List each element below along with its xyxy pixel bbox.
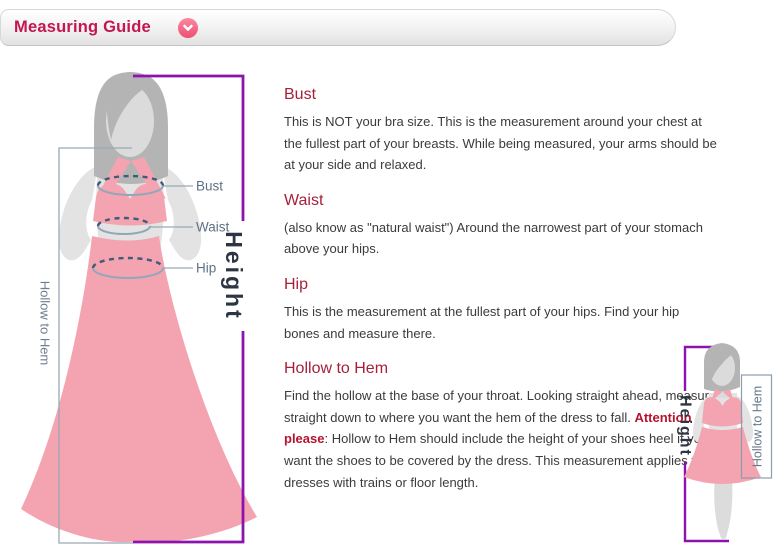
small-measurement-diagram: Height Hollow to Hem (664, 340, 778, 553)
hip-heading: Hip (284, 276, 718, 293)
page-title: Measuring Guide (14, 18, 151, 37)
hip-description: This is the measurement at the fullest p… (284, 301, 718, 344)
height-label: Height (221, 231, 247, 321)
chevron-down-icon[interactable] (178, 18, 198, 38)
small-height-label: Height (677, 395, 694, 457)
section-bust: Bust This is NOT your bra size. This is … (284, 86, 718, 176)
hip-label: Hip (196, 261, 216, 276)
hollow-to-hem-heading: Hollow to Hem (284, 360, 718, 377)
section-hip: Hip This is the measurement at the fulle… (284, 276, 718, 344)
chevron-glyph (182, 22, 194, 34)
hollow-text-after: : Hollow to Hem should include the heigh… (284, 431, 708, 489)
figure-silhouette (59, 72, 201, 260)
measuring-guide-header[interactable]: Measuring Guide (0, 9, 676, 46)
measuring-instructions: Bust This is NOT your bra size. This is … (284, 86, 718, 509)
bust-label: Bust (196, 179, 223, 194)
dress-illustration (21, 157, 257, 542)
hollow-to-hem-description: Find the hollow at the base of your thro… (284, 385, 718, 493)
measuring-guide-page: Measuring Guide (0, 0, 778, 553)
main-measurement-diagram: Bust Waist Hip Hollow to Hem Height (0, 53, 280, 553)
small-figure-legs (714, 476, 732, 539)
waist-heading: Waist (284, 192, 718, 209)
hollow-to-hem-label: Hollow to Hem (38, 281, 53, 366)
bust-description: This is NOT your bra size. This is the m… (284, 111, 718, 176)
small-hollow-to-hem-label: Hollow to Hem (751, 386, 765, 467)
section-hollow-to-hem: Hollow to Hem Find the hollow at the bas… (284, 360, 718, 493)
bust-heading: Bust (284, 86, 718, 103)
section-waist: Waist (also know as "natural waist") Aro… (284, 192, 718, 260)
waist-description: (also know as "natural waist") Around th… (284, 217, 718, 260)
